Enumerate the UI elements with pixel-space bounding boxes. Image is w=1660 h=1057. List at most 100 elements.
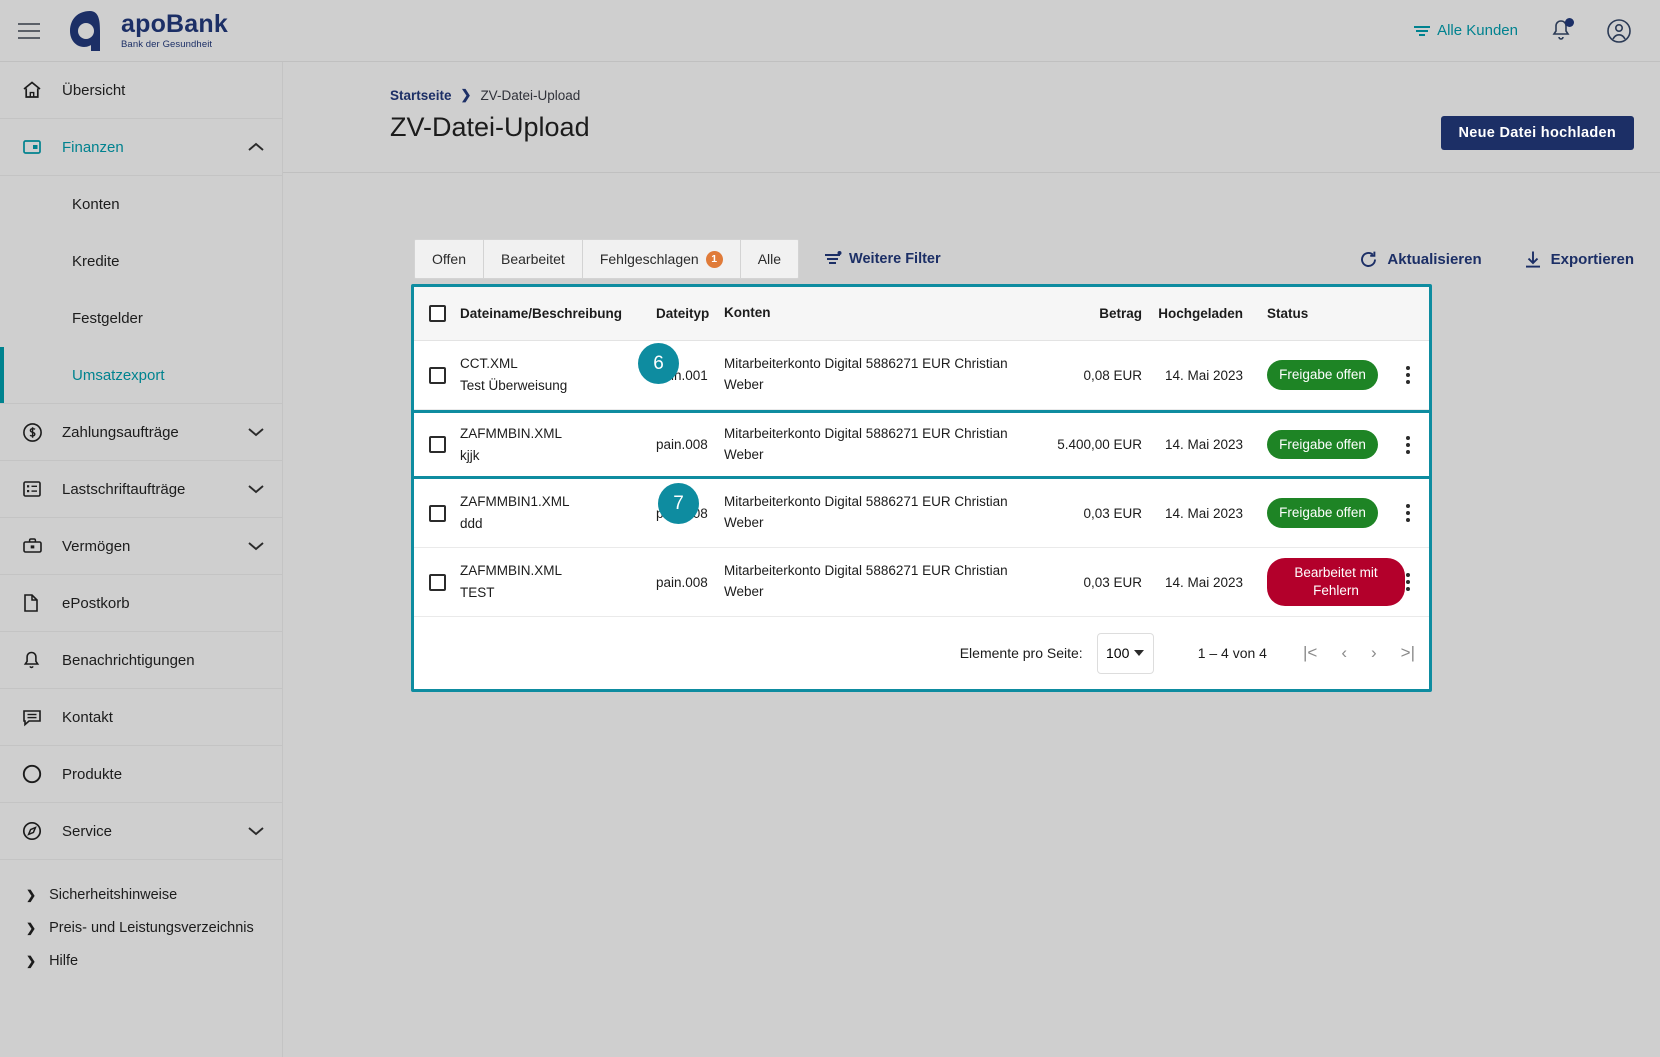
first-page-button[interactable]: |< [1303,643,1317,663]
cell-account: Mitarbeiterkonto Digital 5886271 EUR Chr… [724,563,1008,599]
home-icon [22,80,48,100]
sidebar-link-hilfe[interactable]: ❯ Hilfe [0,944,282,977]
sidebar-item-umsatzexport[interactable]: Umsatzexport [0,347,282,404]
file-description: TEST [460,585,495,600]
briefcase-icon [22,536,48,556]
column-header-filetype: Dateityp [656,306,710,321]
sidebar-item-uebersicht[interactable]: Übersicht [0,62,282,119]
notification-dot [1565,17,1574,27]
sidebar-link-label: Hilfe [49,952,79,969]
sidebar-item-service[interactable]: Service [0,803,282,860]
sidebar-link-label: Sicherheitshinweise [49,886,178,903]
next-page-button[interactable]: › [1371,643,1377,663]
prev-page-button[interactable]: ‹ [1341,643,1347,663]
brand-name: apoBank [121,9,228,38]
sidebar-subitem-label: Kredite [72,253,120,270]
items-per-page-label: Elemente pro Seite: [959,645,1083,661]
row-menu-icon[interactable] [1406,504,1410,522]
hamburger-bar [18,29,40,32]
cell-account: Mitarbeiterkonto Digital 5886271 EUR Chr… [724,356,1008,392]
column-header-amount: Betrag [1099,306,1142,321]
brand-logo-group[interactable]: apoBank Bank der Gesundheit [66,9,228,53]
row-checkbox[interactable] [428,436,446,453]
column-header-status: Status [1267,306,1309,321]
row-checkbox[interactable] [428,504,446,522]
chevron-up-icon [248,142,264,152]
cell-amount: 0,03 EUR [1083,505,1142,521]
row-select-cell [414,504,460,522]
tab-label: Fehlgeschlagen [599,251,699,267]
user-account-button[interactable] [1604,16,1634,46]
sidebar-item-produkte[interactable]: Produkte [0,746,282,803]
refresh-icon [1361,251,1377,267]
cell-uploaded: 14. Mai 2023 [1164,505,1243,521]
sidebar-item-label: Zahlungsaufträge [62,423,179,441]
more-filters-button[interactable]: Weitere Filter [824,251,941,267]
last-page-button[interactable]: >| [1401,643,1415,663]
export-label: Exportieren [1550,250,1634,268]
pagination-controls: |< ‹ › >| [1303,643,1415,663]
breadcrumb: Startseite ❯ ZV-Datei-Upload [390,87,580,103]
sidebar-item-konten[interactable]: Konten [0,176,282,233]
breadcrumb-home[interactable]: Startseite [390,88,452,103]
cell-status: Bearbeitet mit Fehlern [1252,558,1405,606]
document-icon [22,593,48,613]
sidebar-item-label: Benachrichtigungen [62,651,195,669]
toolbar-right-actions: Aktualisieren Exportieren [1359,250,1634,269]
brand-tagline: Bank der Gesundheit [121,38,213,50]
sidebar-item-vermoegen[interactable]: Vermögen [0,518,282,575]
sidebar-footer-links: ❯ Sicherheitshinweise ❯ Preis- und Leist… [0,860,282,977]
sidebar-item-epostkorb[interactable]: ePostkorb [0,575,282,632]
row-menu-icon[interactable] [1406,573,1410,591]
app-window: apoBank Bank der Gesundheit Alle Kunden [0,0,1660,1057]
sidebar-link-sicherheitshinweise[interactable]: ❯ Sicherheitshinweise [0,878,282,911]
table-row[interactable]: ZAFMMBIN.XML TEST pain.008 Mitarbeiterko… [414,548,1429,617]
items-per-page-value: 100 [1106,645,1130,661]
sidebar-item-benachrichtigungen[interactable]: Benachrichtigungen [0,632,282,689]
column-header-uploaded: Hochgeladen [1158,306,1243,321]
upload-new-file-button[interactable]: Neue Datei hochladen [1440,116,1634,150]
sidebar-item-label: Produkte [62,765,123,783]
sidebar-item-kredite[interactable]: Kredite [0,233,282,290]
sidebar-item-label: Vermögen [62,537,131,555]
sidebar-item-lastschriftauftraege[interactable]: Lastschriftaufträge [0,461,282,518]
row-checkbox[interactable] [428,366,446,384]
tab-bearbeitet[interactable]: Bearbeitet [484,240,583,278]
sidebar-item-label: Übersicht [62,81,126,99]
user-account-icon [1607,18,1631,43]
table-row[interactable]: CCT.XML Test Überweisung pain.001 Mitarb… [414,341,1429,410]
tab-fehlgeschlagen[interactable]: Fehlgeschlagen 1 [582,240,741,278]
notifications-button[interactable] [1546,16,1576,46]
table-row[interactable]: ZAFMMBIN.XML kjjk pain.008 Mitarbeiterko… [414,410,1429,479]
header-divider [283,172,1660,173]
sidebar-item-label: ePostkorb [62,594,130,612]
sidebar-item-finanzen[interactable]: Finanzen [0,119,282,176]
tab-alle[interactable]: Alle [740,240,799,278]
cell-filetype: pain.008 [656,574,708,590]
sidebar-item-festgelder[interactable]: Festgelder [0,290,282,347]
cell-filename: ZAFMMBIN.XML TEST [460,560,656,603]
tab-offen[interactable]: Offen [415,240,484,278]
hamburger-bar [18,36,40,39]
row-checkbox[interactable] [428,573,446,591]
table-row[interactable]: ZAFMMBIN1.XML ddd pain.008 Mitarbeiterko… [414,479,1429,548]
table-header-row: Dateiname/Beschreibung Dateityp Konten B… [414,287,1429,341]
export-button[interactable]: Exportieren [1524,250,1634,269]
select-all-checkbox[interactable] [428,305,446,322]
sidebar-item-zahlungsauftraege[interactable]: Zahlungsaufträge [0,404,282,461]
cell-amount: 5.400,00 EUR [1057,437,1142,452]
row-menu-icon[interactable] [1406,366,1410,384]
all-customers-button[interactable]: Alle Kunden [1413,22,1518,39]
page-title: ZV-Datei-Upload [390,112,590,142]
cell-account: Mitarbeiterkonto Digital 5886271 EUR Chr… [724,494,1008,530]
file-description: Test Überweisung [460,378,568,393]
hamburger-icon[interactable] [14,16,44,46]
items-per-page-select[interactable]: 100 [1096,632,1154,674]
cell-amount: 0,03 EUR [1083,574,1142,590]
sidebar-link-preisverzeichnis[interactable]: ❯ Preis- und Leistungsverzeichnis [0,911,282,944]
dollar-circle-icon [22,422,48,443]
row-menu-icon[interactable] [1406,435,1410,454]
refresh-button[interactable]: Aktualisieren [1359,250,1482,269]
sidebar-item-kontakt[interactable]: Kontakt [0,689,282,746]
row-select-cell [414,573,460,591]
